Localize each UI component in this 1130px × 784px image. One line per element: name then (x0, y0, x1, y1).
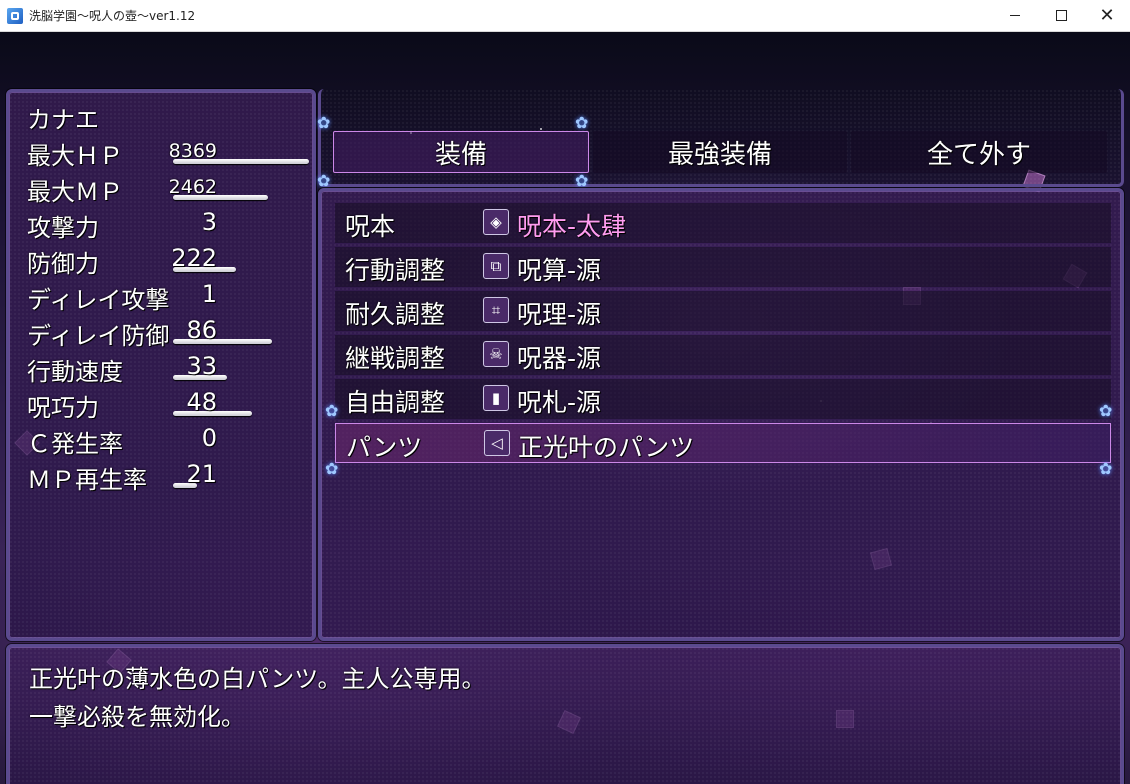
flower-ornament-icon: ✿ (1099, 459, 1113, 478)
stat-value: 2462 (168, 176, 217, 198)
stat-row: 呪巧力 48 (27, 388, 317, 424)
app-icon (7, 7, 23, 24)
equip-button-label: 装備 (434, 139, 487, 170)
stat-value: 8369 (168, 140, 217, 162)
stat-value: 1 (201, 280, 217, 308)
remove-all-button[interactable]: 全て外す (851, 131, 1107, 173)
stat-value: 86 (186, 316, 217, 344)
stat-label: 最大ＨＰ (27, 142, 123, 170)
stat-label: ディレイ防御 (27, 322, 170, 350)
stat-row: ディレイ攻撃 1 (27, 280, 317, 316)
close-button[interactable]: ✕ (1084, 0, 1130, 31)
optimize-button-label: 最強装備 (667, 139, 772, 170)
minimize-icon (1010, 15, 1020, 16)
flower-ornament-icon: ✿ (317, 113, 331, 132)
command-panel: 装備 最強装備 全て外す ✿ ✿ ✿ ✿ (317, 89, 1124, 190)
stat-row: 最大ＨＰ 8369 (27, 136, 317, 172)
slot-name: 継戦調整 (345, 344, 446, 373)
help-panel: 正光叶の薄水色の白パンツ。主人公専用。 一撃必殺を無効化。 (6, 644, 1124, 784)
slot-name: 耐久調整 (345, 300, 446, 329)
flower-ornament-icon: ✿ (325, 459, 339, 478)
slot-name: 呪本 (345, 212, 396, 241)
stat-row: Ｃ発生率 0 (27, 424, 317, 460)
skeleton-icon: ☠ (483, 341, 509, 367)
close-icon: ✕ (1099, 4, 1115, 26)
equipment-slot-row[interactable]: 耐久調整 ⌗ 呪理-源 (335, 291, 1111, 331)
talisman-icon: ▮ (483, 385, 509, 411)
maximize-button[interactable] (1038, 0, 1084, 31)
stat-label: 行動速度 (27, 358, 123, 386)
character-name: カナエ (27, 106, 99, 134)
equipped-item-name: 呪器-源 (517, 344, 602, 373)
slot-name: パンツ (346, 433, 423, 462)
window-titlebar: 洗脳学園～呪人の壺～ver1.12 ✕ (0, 0, 1130, 32)
spell-book-icon: ◈ (483, 209, 509, 235)
equipped-item-name: 呪算-源 (517, 256, 602, 285)
status-panel: カナエ 最大ＨＰ 8369 最大ＭＰ 2462 攻撃力 3 防御力 222 ディレイ攻撃 1 ディレ… (6, 89, 316, 641)
stat-row: ＭＰ再生率 21 (27, 460, 317, 496)
equipment-slot-panel: 呪本 ◈ 呪本-太肆行動調整 ⧉ 呪算-源耐久調整 ⌗ 呪理-源継戦調整 ☠ 呪器-源自由調整 ▮… (318, 188, 1124, 641)
stat-value: 0 (201, 424, 217, 452)
stat-row: ディレイ防御 86 (27, 316, 317, 352)
stat-value: 21 (186, 460, 217, 488)
equipment-slot-row[interactable]: パンツ ◁ 正光叶のパンツ (335, 423, 1111, 463)
stat-label: ＭＰ再生率 (27, 466, 147, 494)
equipped-item-name: 呪札-源 (517, 388, 602, 417)
slot-name: 自由調整 (345, 388, 446, 417)
equipped-item-name: 呪本-太肆 (517, 212, 627, 241)
stat-label: 攻撃力 (27, 214, 99, 242)
flower-ornament-icon: ✿ (575, 113, 589, 132)
remove-all-button-label: 全て外す (926, 139, 1031, 170)
game-scene: カナエ 最大ＨＰ 8369 最大ＭＰ 2462 攻撃力 3 防御力 222 ディレイ攻撃 1 ディレ… (0, 32, 1130, 784)
help-text-line-1: 正光叶の薄水色の白パンツ。主人公専用。 (29, 665, 486, 693)
stat-row: 行動速度 33 (27, 352, 317, 388)
equipment-slot-row[interactable]: 行動調整 ⧉ 呪算-源 (335, 247, 1111, 287)
window-title: 洗脳学園～呪人の壺～ver1.12 (29, 9, 196, 23)
stat-value: 48 (186, 388, 217, 416)
help-text-line-2: 一撃必殺を無効化。 (29, 703, 245, 731)
flower-ornament-icon: ✿ (575, 171, 589, 190)
stat-label: ディレイ攻撃 (27, 286, 170, 314)
overlap-squares-icon: ⧉ (483, 253, 509, 279)
flower-ornament-icon: ✿ (325, 401, 339, 420)
maximize-icon (1055, 10, 1067, 21)
window-controls: ✕ (992, 0, 1130, 31)
stat-value: 33 (186, 352, 217, 380)
stat-value: 222 (171, 244, 217, 272)
stat-value: 3 (201, 208, 217, 236)
flower-ornament-icon: ✿ (1099, 401, 1113, 420)
stat-row: 最大ＭＰ 2462 (27, 172, 317, 208)
flower-ornament-icon: ✿ (317, 171, 331, 190)
stat-label: 呪巧力 (27, 394, 99, 422)
stat-row: 攻撃力 3 (27, 208, 317, 244)
stat-label: Ｃ発生率 (27, 430, 123, 458)
panties-icon: ◁ (484, 430, 510, 456)
optimize-button[interactable]: 最強装備 (593, 131, 847, 173)
equipment-slot-row[interactable]: 呪本 ◈ 呪本-太肆 (335, 203, 1111, 243)
equipped-item-name: 正光叶のパンツ (518, 433, 695, 462)
stat-row: 防御力 222 (27, 244, 317, 280)
minimize-button[interactable] (992, 0, 1038, 31)
equip-button[interactable]: 装備 (333, 131, 589, 173)
equipment-slot-row[interactable]: 自由調整 ▮ 呪札-源 (335, 379, 1111, 419)
stat-label: 防御力 (27, 250, 99, 278)
slot-name: 行動調整 (345, 256, 446, 285)
stat-label: 最大ＭＰ (27, 178, 123, 206)
equipped-item-name: 呪理-源 (517, 300, 602, 329)
equipment-slot-row[interactable]: 継戦調整 ☠ 呪器-源 (335, 335, 1111, 375)
circuit-icon: ⌗ (483, 297, 509, 323)
